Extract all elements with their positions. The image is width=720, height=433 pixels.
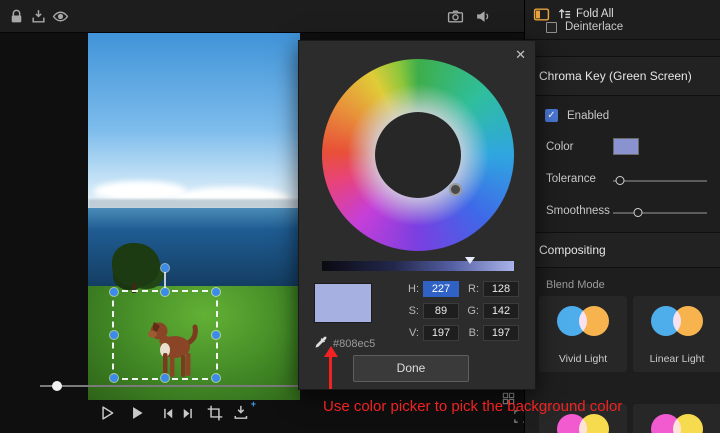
selection-handle[interactable] xyxy=(110,288,118,296)
speaker-icon[interactable] xyxy=(475,8,492,25)
chroma-key-title: Chroma Key (Green Screen) xyxy=(539,69,692,83)
color-value-grid: H: 227 R: 128 S: 89 G: 142 V: 197 B: 197 xyxy=(401,281,519,341)
brightness-marker[interactable] xyxy=(465,257,475,264)
timeline-scrubber[interactable] xyxy=(40,385,302,387)
blend-mode-vivid-light[interactable]: Vivid Light xyxy=(539,296,627,372)
v-input[interactable]: 197 xyxy=(423,325,459,341)
check-icon: ✓ xyxy=(547,110,555,121)
snapshot-add-icon[interactable]: + xyxy=(233,403,251,421)
r-label: R: xyxy=(463,281,479,297)
selection-handle[interactable] xyxy=(110,374,118,382)
blend-circle-yellow xyxy=(673,414,703,433)
blend-mode-linear-light[interactable]: Linear Light xyxy=(633,296,720,372)
divider xyxy=(525,39,720,40)
fold-all-icon[interactable] xyxy=(557,6,572,21)
annotation-text: Use color picker to pick the background … xyxy=(323,398,622,415)
smoothness-label: Smoothness xyxy=(546,205,610,217)
color-picker-dialog: ✕ H: 227 R: 128 S: 89 G: 142 V: 197 B: 1… xyxy=(298,40,536,390)
plus-badge: + xyxy=(251,399,256,409)
g-input[interactable]: 142 xyxy=(483,303,519,319)
annotation-arrow xyxy=(329,356,332,389)
picked-color-swatch xyxy=(314,283,372,323)
chroma-color-swatch[interactable] xyxy=(613,138,639,155)
blend-mode-name: Linear Light xyxy=(633,353,720,365)
scrubber-knob[interactable] xyxy=(52,381,62,391)
photo-tree xyxy=(112,243,160,287)
tolerance-slider[interactable] xyxy=(613,180,707,182)
chroma-key-section-header[interactable]: Chroma Key (Green Screen) xyxy=(525,56,720,96)
done-button[interactable]: Done xyxy=(353,355,469,382)
color-wheel[interactable] xyxy=(322,59,514,251)
export-icon[interactable] xyxy=(30,8,47,25)
s-input[interactable]: 89 xyxy=(423,303,459,319)
blend-mode-label: Blend Mode xyxy=(546,279,605,291)
color-wheel-center xyxy=(375,112,461,198)
crop-icon[interactable] xyxy=(206,404,224,422)
selection-handle[interactable] xyxy=(212,374,220,382)
enabled-checkbox[interactable]: ✓ xyxy=(545,109,558,122)
deinterlace-label: Deinterlace xyxy=(565,21,623,33)
tolerance-label: Tolerance xyxy=(546,173,596,185)
h-label: H: xyxy=(401,281,419,297)
play-icon[interactable] xyxy=(128,404,146,422)
brightness-bar[interactable] xyxy=(322,261,514,271)
selection-handle[interactable] xyxy=(212,331,220,339)
eye-icon[interactable] xyxy=(52,8,69,25)
blend-mode-name: Vivid Light xyxy=(539,353,627,365)
compositing-section-header[interactable]: Compositing xyxy=(525,232,720,268)
enabled-label: Enabled xyxy=(567,110,609,122)
close-icon[interactable]: ✕ xyxy=(515,48,526,62)
r-input[interactable]: 128 xyxy=(483,281,519,297)
color-label: Color xyxy=(546,141,573,153)
s-label: S: xyxy=(401,303,419,319)
compositing-title: Compositing xyxy=(539,243,606,257)
panel-toggle-icon[interactable] xyxy=(533,6,550,23)
g-label: G: xyxy=(463,303,479,319)
next-frame-icon[interactable] xyxy=(180,406,195,421)
previous-frame-icon[interactable] xyxy=(161,406,176,421)
selection-handle[interactable] xyxy=(161,288,169,296)
video-canvas[interactable] xyxy=(88,33,300,400)
app-window: + Fold All Deinterlace Chroma Key (Green… xyxy=(0,0,720,433)
b-input[interactable]: 197 xyxy=(483,325,519,341)
selection-box[interactable] xyxy=(112,290,218,380)
smoothness-knob[interactable] xyxy=(634,208,643,217)
blend-mode-tile-partial[interactable] xyxy=(633,404,720,433)
blend-circle-orange xyxy=(673,306,703,336)
blend-circle-orange xyxy=(579,306,609,336)
lock-icon[interactable] xyxy=(8,8,25,25)
rotate-handle[interactable] xyxy=(161,264,169,272)
b-label: B: xyxy=(463,325,479,341)
deinterlace-checkbox[interactable] xyxy=(546,22,557,33)
selection-handle[interactable] xyxy=(212,288,220,296)
color-wheel-selector[interactable] xyxy=(449,183,462,196)
selection-handle[interactable] xyxy=(110,331,118,339)
hex-value[interactable]: #808ec5 xyxy=(333,338,375,350)
camera-snapshot-icon[interactable] xyxy=(447,8,464,25)
h-input[interactable]: 227 xyxy=(423,281,459,297)
fold-all-button[interactable]: Fold All xyxy=(576,8,614,20)
blend-circle-yellow xyxy=(579,414,609,433)
v-label: V: xyxy=(401,325,419,341)
smoothness-slider[interactable] xyxy=(613,212,707,214)
selection-handle[interactable] xyxy=(161,374,169,382)
properties-panel: Fold All Deinterlace Chroma Key (Green S… xyxy=(524,0,720,433)
tolerance-knob[interactable] xyxy=(615,176,624,185)
play-outline-icon[interactable] xyxy=(98,404,116,422)
